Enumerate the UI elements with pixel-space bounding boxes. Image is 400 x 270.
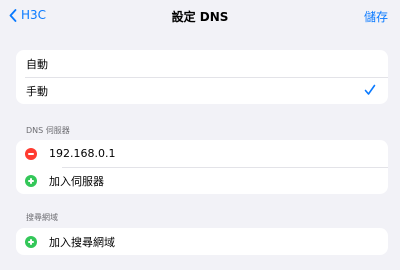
add-circle-icon bbox=[25, 174, 37, 187]
mode-option-auto-label: 自動 bbox=[26, 57, 48, 71]
page-title: 設定 DNS bbox=[171, 10, 229, 24]
checkmark-icon bbox=[364, 84, 376, 95]
add-circle-icon bbox=[25, 235, 37, 248]
navigation-bar: H3C 設定 DNS 儲存 bbox=[0, 0, 400, 32]
search-domains-header: 搜尋網域 bbox=[26, 213, 58, 222]
mode-option-manual-label: 手動 bbox=[26, 84, 48, 98]
dns-mode-group: 自動 手動 bbox=[16, 50, 388, 104]
add-server-label: 加入伺服器 bbox=[49, 174, 104, 188]
back-label: H3C bbox=[21, 8, 47, 22]
dns-server-row[interactable]: 192.168.0.1 bbox=[16, 140, 388, 167]
chevron-left-icon bbox=[9, 8, 17, 22]
back-button[interactable]: H3C bbox=[9, 8, 46, 22]
save-button[interactable]: 儲存 bbox=[364, 8, 388, 25]
dns-server-address: 192.168.0.1 bbox=[49, 147, 116, 160]
search-domains-group: 加入搜尋網域 bbox=[16, 228, 388, 255]
remove-circle-icon[interactable] bbox=[25, 147, 37, 160]
add-search-domain-label: 加入搜尋網域 bbox=[49, 235, 115, 249]
add-server-button[interactable]: 加入伺服器 bbox=[16, 167, 388, 194]
dns-servers-header: DNS 伺服器 bbox=[26, 126, 70, 135]
add-search-domain-button[interactable]: 加入搜尋網域 bbox=[16, 228, 388, 255]
dns-servers-group: 192.168.0.1 加入伺服器 bbox=[16, 140, 388, 194]
mode-option-manual[interactable]: 手動 bbox=[16, 77, 388, 104]
mode-option-auto[interactable]: 自動 bbox=[16, 50, 388, 77]
